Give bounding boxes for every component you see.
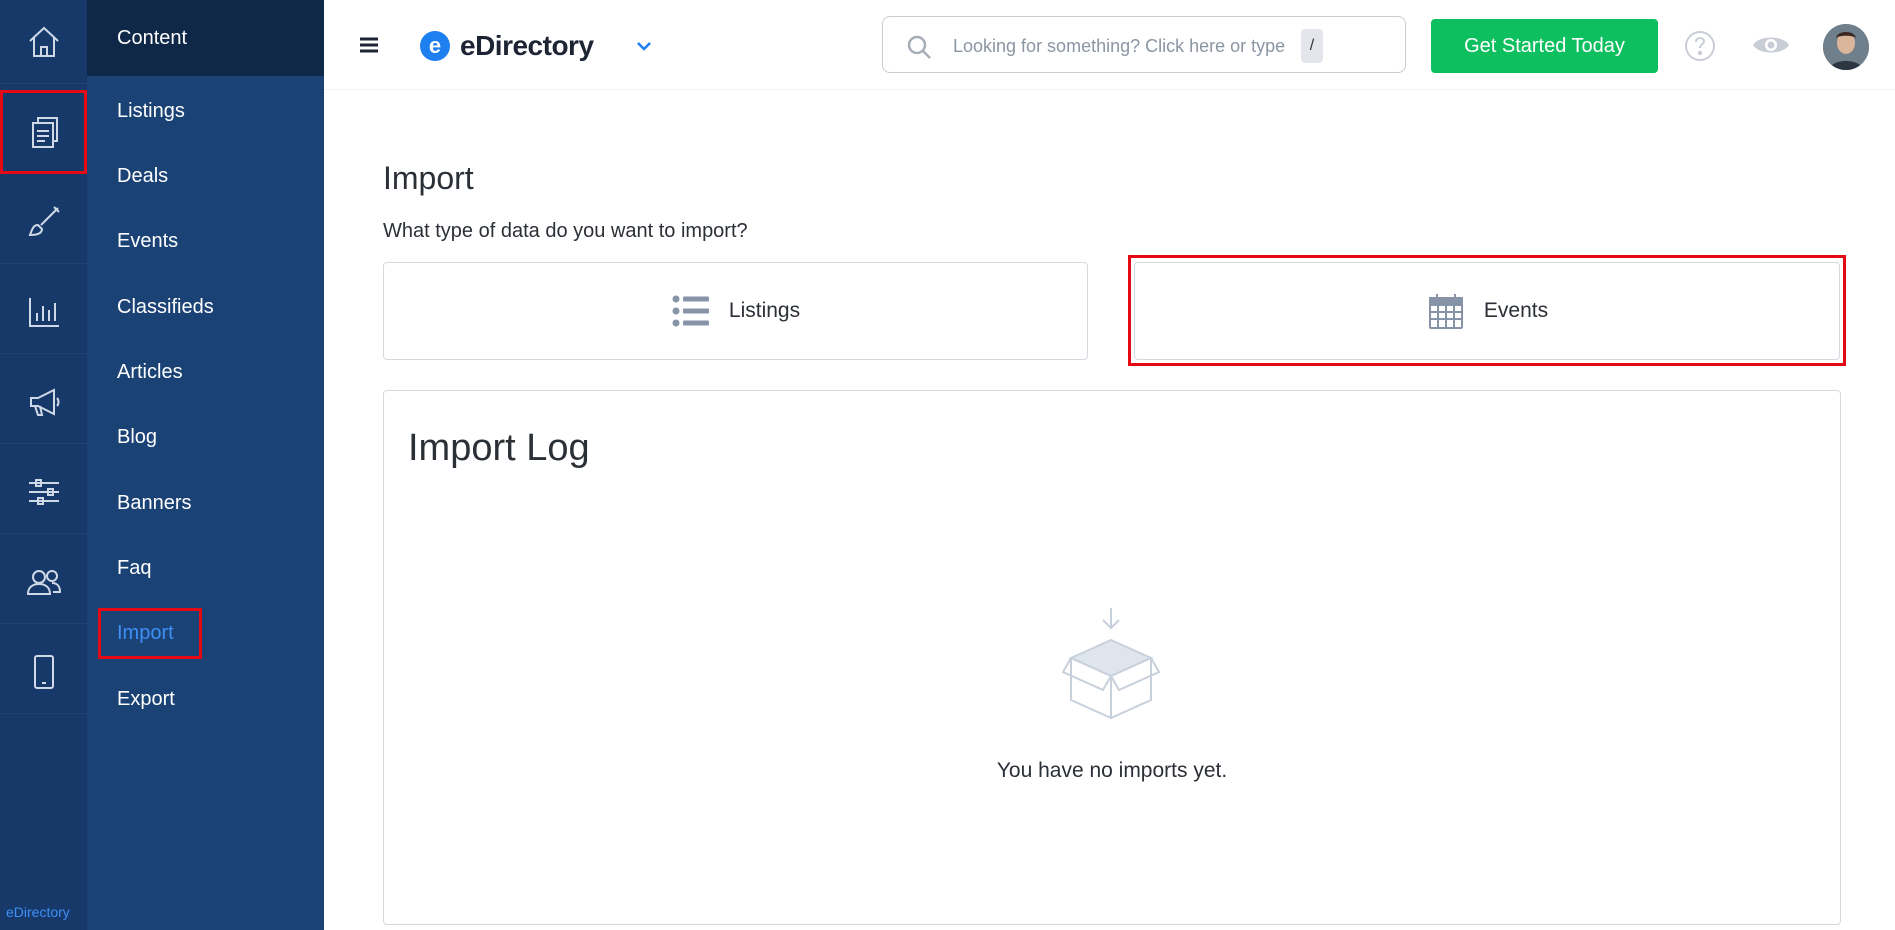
rail-item-reports[interactable] — [0, 270, 87, 354]
rail-item-design[interactable] — [0, 180, 87, 264]
subnav-item-classifieds[interactable]: Classifieds — [117, 296, 214, 319]
events-highlight-box — [1128, 255, 1846, 366]
bar-chart-icon — [28, 297, 59, 327]
megaphone-icon — [29, 387, 59, 416]
search-input[interactable] — [953, 32, 1303, 60]
rail-item-users[interactable] — [0, 540, 87, 624]
subnav-item-articles[interactable]: Articles — [117, 361, 183, 384]
empty-box-icon — [1061, 608, 1161, 720]
subnav-header: Content — [87, 0, 324, 76]
rail-item-home[interactable] — [0, 0, 87, 84]
logo-mark: e — [420, 31, 450, 61]
help-icon[interactable] — [1684, 30, 1716, 62]
paintbrush-icon — [28, 205, 60, 236]
content-pages-icon — [31, 116, 58, 148]
hamburger-menu-icon[interactable] — [358, 34, 380, 56]
import-type-prompt: What type of data do you want to import? — [383, 220, 748, 242]
import-listings-label: Listings — [728, 299, 801, 322]
users-icon — [26, 569, 61, 595]
chevron-down-icon[interactable] — [634, 36, 654, 56]
sliders-icon — [28, 478, 59, 505]
subnav-item-blog[interactable]: Blog — [117, 426, 157, 449]
home-icon — [28, 26, 59, 57]
avatar[interactable] — [1823, 24, 1869, 70]
rail-item-settings[interactable] — [0, 450, 87, 534]
top-bar: e eDirectory / Get Started Today — [324, 0, 1895, 90]
content-subnav: Content Listings Deals Events Classified… — [87, 0, 324, 930]
import-highlight-box — [98, 608, 202, 659]
search-shortcut-key: / — [1301, 29, 1323, 63]
get-started-button[interactable]: Get Started Today — [1431, 19, 1658, 73]
empty-state-message: You have no imports yet. — [996, 759, 1228, 782]
subnav-item-deals[interactable]: Deals — [117, 165, 168, 188]
icon-rail: eDirectory — [0, 0, 87, 930]
mobile-icon — [33, 654, 54, 689]
search-icon — [907, 35, 931, 59]
search-box[interactable]: / — [882, 16, 1406, 73]
list-icon — [672, 295, 709, 327]
user-avatar-icon — [1823, 24, 1869, 70]
app-logo[interactable]: e eDirectory — [420, 30, 594, 62]
eye-icon[interactable] — [1752, 30, 1790, 60]
rail-item-promotion[interactable] — [0, 360, 87, 444]
logo-text: eDirectory — [460, 30, 594, 61]
subnav-item-listings[interactable]: Listings — [117, 100, 185, 123]
rail-item-content[interactable] — [0, 90, 87, 174]
subnav-item-export[interactable]: Export — [117, 688, 175, 711]
subnav-item-faq[interactable]: Faq — [117, 557, 151, 580]
import-log-title: Import Log — [408, 427, 590, 469]
rail-item-mobile[interactable] — [0, 630, 87, 714]
import-log-panel: Import Log You have no imports yet. — [383, 390, 1841, 925]
import-listings-card[interactable]: Listings — [383, 262, 1088, 360]
subnav-item-banners[interactable]: Banners — [117, 492, 192, 515]
page-title: Import — [383, 160, 474, 196]
rail-brand-label: eDirectory — [6, 904, 70, 920]
subnav-item-events[interactable]: Events — [117, 230, 178, 253]
